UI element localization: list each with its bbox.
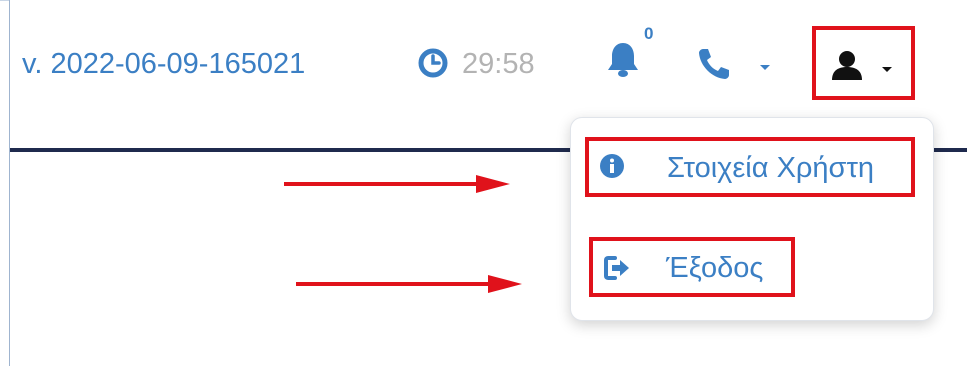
annotation-arrow-logout (296, 275, 522, 293)
phone-icon[interactable] (696, 46, 732, 82)
user-details-label: Στοιχεία Χρήστη (667, 152, 875, 184)
bell-icon[interactable] (604, 40, 642, 80)
info-circle-icon (600, 154, 624, 178)
session-timer: 29:58 (462, 48, 535, 80)
app-version: v. 2022-06-09-165021 (22, 48, 306, 80)
user-details-menu-item[interactable]: Στοιχεία Χρήστη (585, 137, 915, 197)
sign-out-icon (604, 256, 629, 280)
annotation-arrow-user-details (284, 175, 510, 193)
phone-dropdown-caret[interactable] (760, 65, 770, 70)
user-icon (832, 51, 862, 80)
logout-label: Έξοδος (666, 252, 764, 284)
user-menu-button[interactable] (812, 26, 915, 100)
notification-count: 0 (644, 24, 654, 43)
user-dropdown-caret (882, 67, 892, 72)
logout-menu-item[interactable]: Έξοδος (589, 237, 795, 297)
clock-icon (418, 48, 448, 78)
user-dropdown-menu: Στοιχεία Χρήστη Έξοδος (570, 117, 934, 321)
